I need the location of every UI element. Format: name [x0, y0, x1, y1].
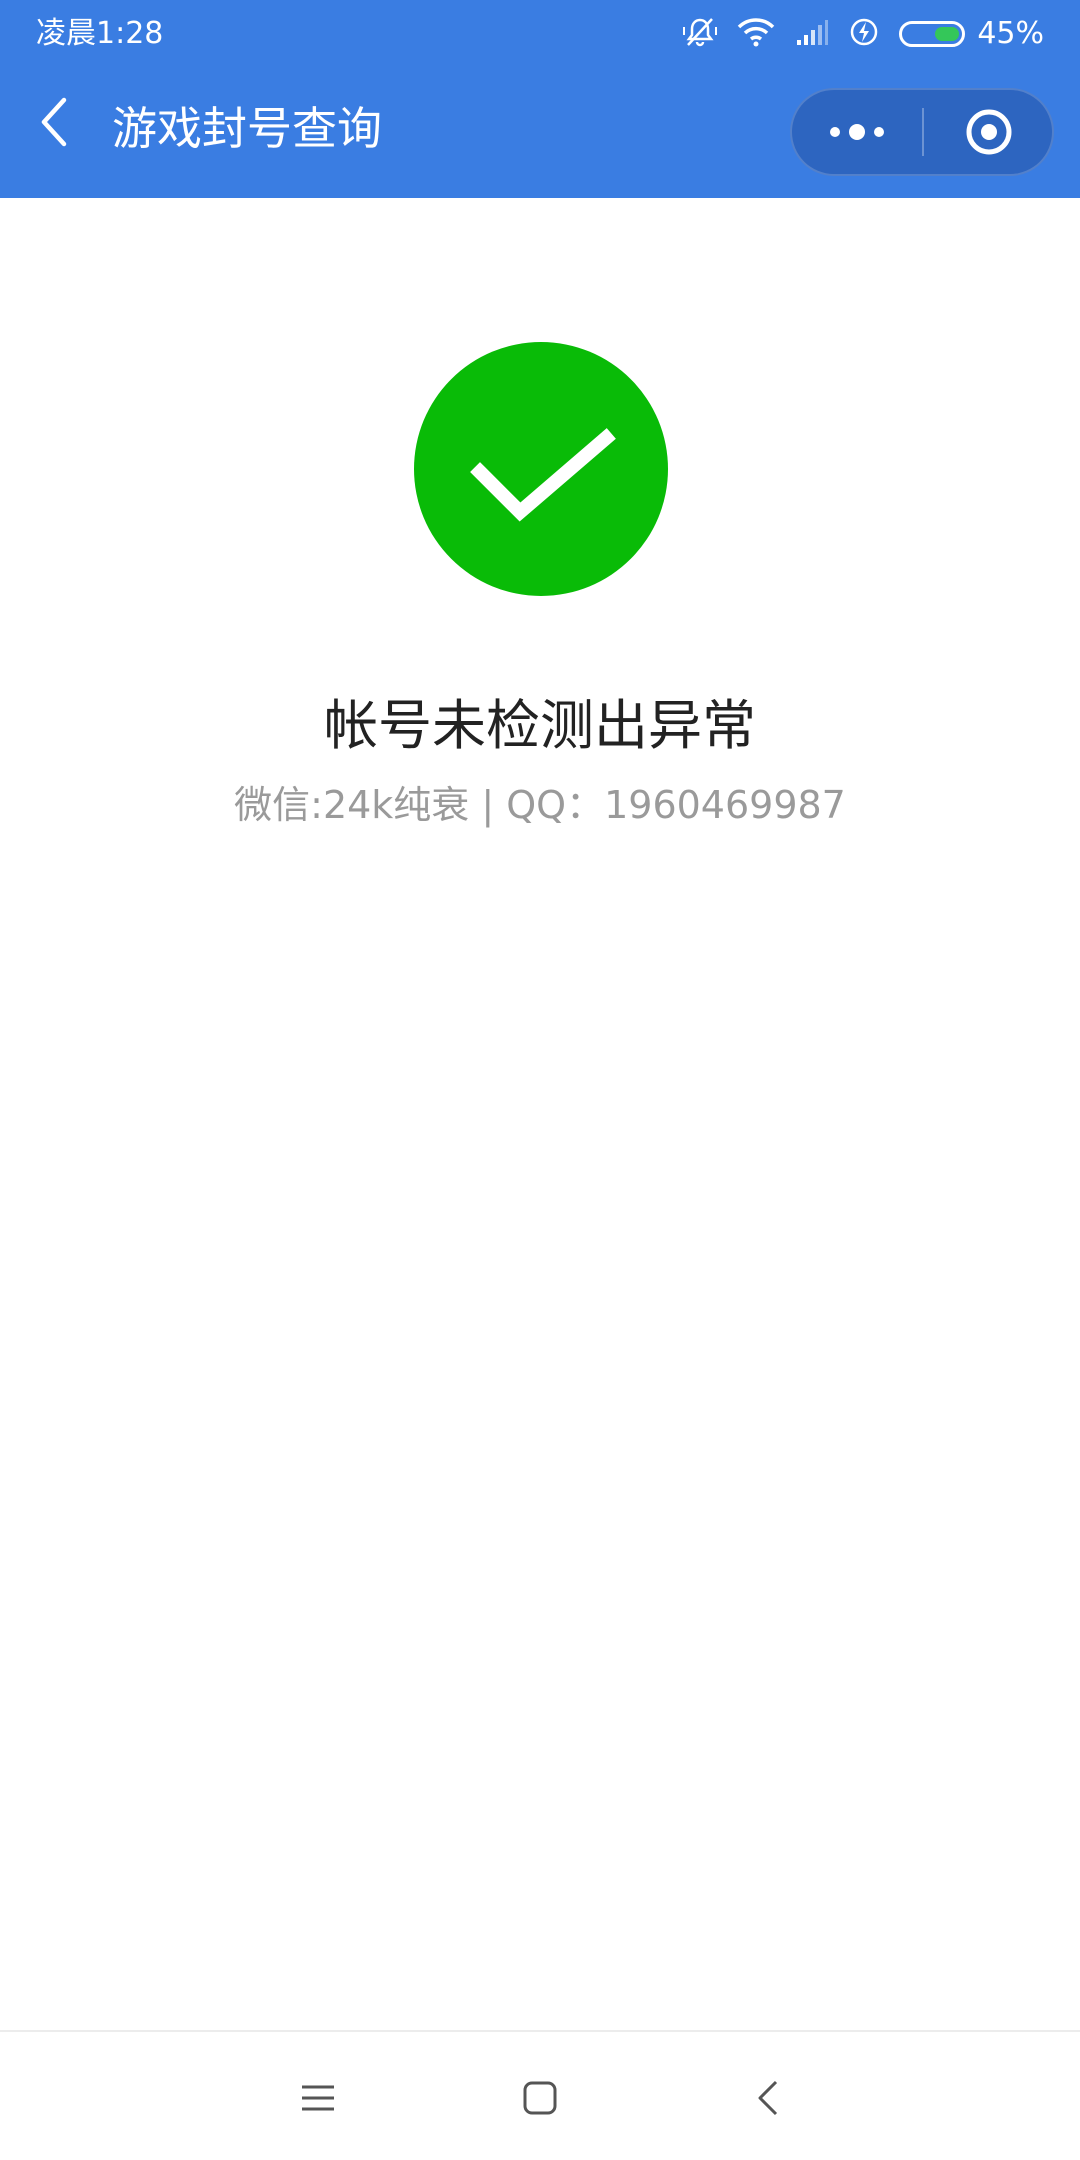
home-button[interactable]: [504, 2062, 576, 2134]
page-title: 游戏封号查询: [112, 102, 383, 155]
battery-percent: 45%: [977, 16, 1044, 51]
back-button[interactable]: [26, 94, 82, 150]
battery-icon: [899, 21, 966, 47]
back-chevron-icon: [758, 2080, 778, 2116]
chevron-left-icon: [41, 97, 67, 147]
system-back-button[interactable]: [732, 2062, 804, 2134]
check-circle-icon: [414, 342, 668, 596]
nav-bar: 游戏封号查询: [0, 70, 1080, 198]
more-button[interactable]: [792, 90, 922, 174]
main-content: 帐号未检测出异常 微信:24k纯衰 | QQ：1960469987: [0, 198, 1080, 2028]
target-close-icon: [966, 109, 1012, 155]
status-time: 凌晨1:28: [36, 16, 164, 51]
mini-program-capsule: [790, 88, 1054, 176]
signal-icon: [795, 18, 829, 50]
result-title: 帐号未检测出异常: [324, 694, 756, 757]
home-square-icon: [523, 2081, 557, 2115]
battery-level: [935, 27, 960, 41]
status-icons: 45%: [663, 12, 1044, 56]
menu-button[interactable]: [282, 2062, 354, 2134]
menu-icon: [302, 2085, 334, 2111]
system-navigation-bar: [0, 2030, 1080, 2160]
mute-vibrate-icon: [683, 15, 718, 53]
wifi-icon: [737, 17, 775, 51]
contact-info: 微信:24k纯衰 | QQ：1960469987: [234, 783, 846, 827]
close-button[interactable]: [924, 90, 1054, 174]
charging-icon: [849, 17, 879, 51]
top-header: 凌晨1:28 45% 游戏封号查询: [0, 0, 1080, 198]
status-bar: 凌晨1:28 45%: [0, 0, 1080, 68]
more-dots-icon: [830, 124, 884, 140]
